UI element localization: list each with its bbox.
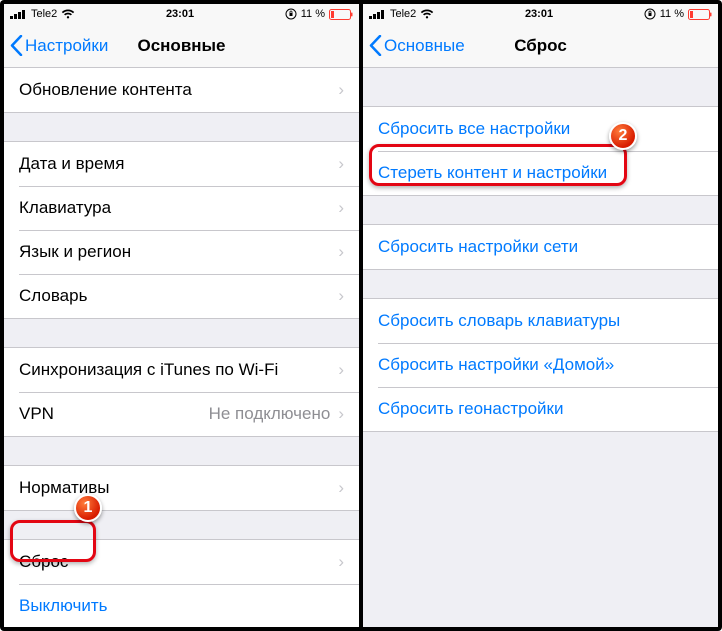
chevron-right-icon: › [338, 360, 344, 380]
chevron-right-icon: › [338, 286, 344, 306]
back-label: Настройки [25, 36, 108, 56]
orientation-lock-icon [285, 8, 297, 20]
content: Обновление контента › Дата и время › Кла… [4, 68, 359, 627]
row-reset[interactable]: Сброс › [4, 540, 359, 584]
chevron-right-icon: › [338, 404, 344, 424]
row-itunes-wifi[interactable]: Синхронизация с iTunes по Wi-Fi › [4, 348, 359, 392]
row-shutdown[interactable]: Выключить [4, 584, 359, 627]
chevron-right-icon: › [338, 80, 344, 100]
row-reset-all[interactable]: Сбросить все настройки [363, 107, 718, 151]
row-label: Нормативы [19, 478, 338, 498]
nav-bar: Настройки Основные [4, 24, 359, 68]
status-bar: Tele2 23:01 11 % [4, 4, 359, 24]
battery-icon [329, 9, 353, 20]
row-dictionary[interactable]: Словарь › [4, 274, 359, 318]
row-label: Сбросить словарь клавиатуры [378, 311, 703, 331]
wifi-icon [61, 9, 75, 19]
chevron-left-icon [369, 35, 382, 56]
row-reset-keyboard-dict[interactable]: Сбросить словарь клавиатуры [363, 299, 718, 343]
nav-bar: Основные Сброс [363, 24, 718, 68]
row-erase-content[interactable]: Стереть контент и настройки [363, 151, 718, 195]
row-label: Сброс [19, 552, 338, 572]
clock: 23:01 [525, 8, 553, 20]
row-label: Стереть контент и настройки [378, 163, 703, 183]
row-label: VPN [19, 404, 209, 424]
row-label: Дата и время [19, 154, 338, 174]
row-regulatory[interactable]: Нормативы › [4, 466, 359, 510]
row-label: Сбросить все настройки [378, 119, 703, 139]
wifi-icon [420, 9, 434, 19]
status-bar: Tele2 23:01 11 % [363, 4, 718, 24]
row-vpn[interactable]: VPN Не подключено › [4, 392, 359, 436]
row-date-time[interactable]: Дата и время › [4, 142, 359, 186]
row-label: Сбросить настройки сети [378, 237, 703, 257]
content: Сбросить все настройки Стереть контент и… [363, 68, 718, 627]
chevron-right-icon: › [338, 552, 344, 572]
back-label: Основные [384, 36, 465, 56]
chevron-left-icon [10, 35, 23, 56]
back-button[interactable]: Настройки [4, 35, 108, 56]
chevron-right-icon: › [338, 198, 344, 218]
battery-pct: 11 % [660, 8, 684, 20]
battery-pct: 11 % [301, 8, 325, 20]
clock: 23:01 [166, 8, 194, 20]
row-label: Словарь [19, 286, 338, 306]
row-reset-network[interactable]: Сбросить настройки сети [363, 225, 718, 269]
row-label: Клавиатура [19, 198, 338, 218]
row-label: Обновление контента [19, 80, 338, 100]
row-language-region[interactable]: Язык и регион › [4, 230, 359, 274]
chevron-right-icon: › [338, 478, 344, 498]
row-reset-home[interactable]: Сбросить настройки «Домой» [363, 343, 718, 387]
row-label: Язык и регион [19, 242, 338, 262]
chevron-right-icon: › [338, 154, 344, 174]
phone-right: Tele2 23:01 11 % Основные Сбро [363, 4, 718, 627]
row-label: Сбросить геонастройки [378, 399, 703, 419]
back-button[interactable]: Основные [363, 35, 465, 56]
carrier-label: Tele2 [31, 8, 57, 20]
battery-icon [688, 9, 712, 20]
row-label: Синхронизация с iTunes по Wi-Fi [19, 360, 338, 380]
signal-icon [369, 9, 386, 19]
row-label: Выключить [19, 596, 344, 616]
row-value: Не подключено [209, 404, 331, 424]
orientation-lock-icon [644, 8, 656, 20]
row-label: Сбросить настройки «Домой» [378, 355, 703, 375]
row-reset-location[interactable]: Сбросить геонастройки [363, 387, 718, 431]
chevron-right-icon: › [338, 242, 344, 262]
row-keyboard[interactable]: Клавиатура › [4, 186, 359, 230]
row-content-update[interactable]: Обновление контента › [4, 68, 359, 112]
carrier-label: Tele2 [390, 8, 416, 20]
signal-icon [10, 9, 27, 19]
phone-left: Tele2 23:01 11 % Настройки Осн [4, 4, 359, 627]
